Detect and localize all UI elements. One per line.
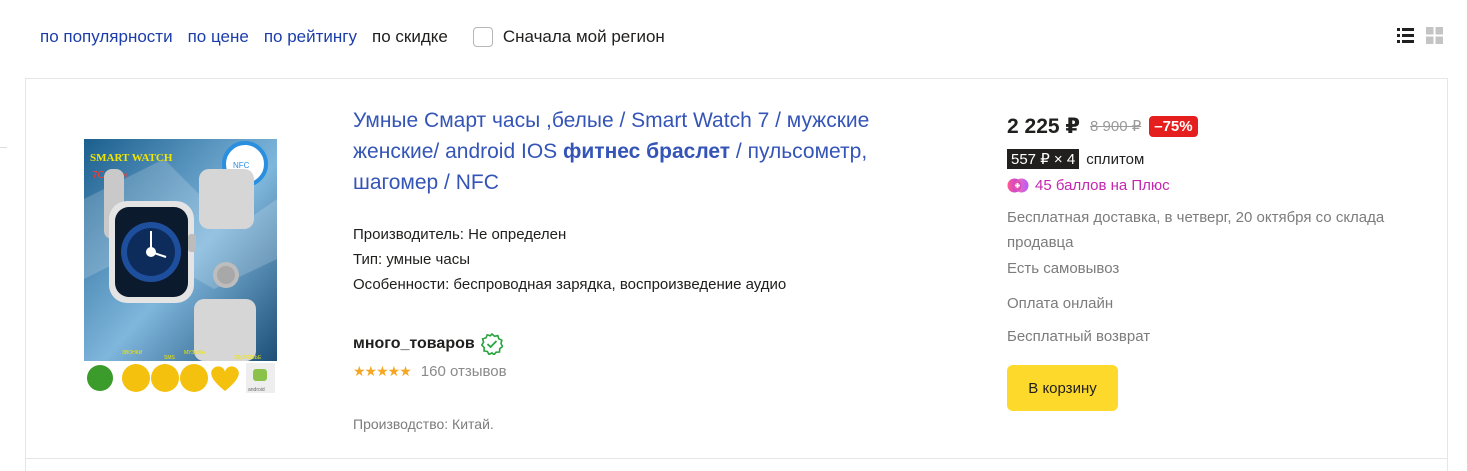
plus-points[interactable]: 45 баллов на Плюс (1007, 177, 1170, 194)
payment-info: Оплата онлайн (1007, 295, 1114, 312)
list-view-icon[interactable] (1397, 27, 1414, 44)
product-image[interactable]: SMART WATCH 7Серии NFC ЗВОНКИ SMS МУЗЫКА… (84, 139, 277, 395)
production-origin: Производство: Китай. (353, 416, 494, 432)
shop-name[interactable]: много_товаров (353, 335, 475, 353)
delivery-info: Бесплатная доставка, в четверг, 20 октяб… (1007, 209, 1385, 251)
grid-view-icon[interactable] (1426, 27, 1443, 44)
sort-by-price[interactable]: по цене (188, 27, 249, 47)
plus-points-label: 45 баллов на Плюс (1035, 177, 1170, 194)
sort-bar: по популярности по цене по рейтингу по с… (40, 24, 665, 50)
my-region-first-toggle[interactable]: Сначала мой регион (472, 27, 665, 47)
price-row: 2 225 ₽ 8 900 ₽ –75% (1007, 113, 1198, 139)
product-card: SMART WATCH 7Серии NFC ЗВОНКИ SMS МУЗЫКА… (25, 78, 1448, 459)
image-nfc-text: NFC (233, 161, 250, 170)
returns-info: Бесплатный возврат (1007, 328, 1151, 345)
pickup-info: Есть самовывоз (1007, 260, 1120, 277)
my-region-checkbox[interactable] (472, 27, 493, 47)
discount-badge: –75% (1149, 115, 1198, 137)
sort-by-discount[interactable]: по скидке (372, 27, 448, 47)
image-feature-calls: ЗВОНКИ (122, 350, 143, 356)
spec-features: Особенности: беспроводная зарядка, воспр… (353, 276, 787, 293)
image-feature-sms: SMS (164, 355, 176, 361)
edge-divider (0, 147, 7, 148)
product-specs: Производитель: Не определен Тип: умные ч… (353, 222, 786, 297)
add-to-cart-button[interactable]: В корзину (1007, 365, 1118, 411)
my-region-label: Сначала мой регион (502, 27, 665, 46)
product-title-highlight: фитнес браслет (563, 140, 731, 163)
shop-info: много_товаров (353, 333, 503, 355)
product-title[interactable]: Умные Смарт часы ,белые / Smart Watch 7 … (353, 105, 943, 198)
split-payment[interactable]: 557 ₽ × 4 сплитом (1007, 149, 1144, 169)
old-price: 8 900 ₽ (1090, 118, 1142, 135)
image-brand-text: SMART WATCH (90, 152, 173, 164)
image-android-text: android (248, 387, 265, 393)
image-feature-health: ЗДОРОВЬЕ (234, 355, 262, 361)
spec-manufacturer: Производитель: Не определен (353, 226, 567, 243)
split-badge: 557 ₽ × 4 (1007, 149, 1080, 169)
rating: ★★★★★ 160 отзывов (353, 363, 507, 380)
verified-check-icon (480, 333, 503, 355)
sort-by-popularity[interactable]: по популярности (40, 27, 173, 47)
rating-stars: ★★★★★ (353, 363, 412, 379)
split-label: сплитом (1086, 150, 1145, 168)
plus-points-icon (1007, 178, 1029, 193)
sort-by-rating[interactable]: по рейтингу (264, 27, 357, 47)
current-price: 2 225 ₽ (1007, 114, 1080, 138)
spec-type: Тип: умные часы (353, 251, 470, 268)
image-feature-music: МУЗЫКА (184, 350, 206, 356)
reviews-link[interactable]: 160 отзывов (421, 363, 507, 380)
view-switch (1397, 27, 1443, 44)
next-product-card (25, 458, 1448, 471)
